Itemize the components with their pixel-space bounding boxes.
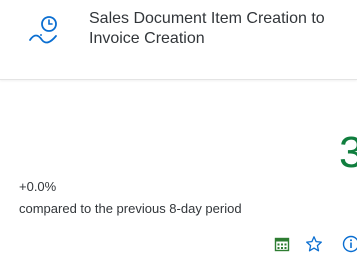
favorite-star-icon[interactable] — [302, 232, 326, 256]
kpi-tile[interactable]: Sales Document Item Creation to Invoice … — [0, 0, 357, 262]
process-flow-time-icon — [28, 12, 62, 46]
kpi-value: 3 — [339, 128, 357, 177]
calendar-icon[interactable] — [270, 232, 294, 256]
delta-value: +0.0% — [19, 179, 57, 194]
tile-title: Sales Document Item Creation to Invoice … — [89, 10, 325, 47]
tile-header: Sales Document Item Creation to Invoice … — [0, 0, 357, 80]
comparison-text: compared to the previous 8-day period — [19, 201, 242, 216]
info-icon[interactable] — [339, 232, 357, 256]
tile-footer — [0, 228, 357, 262]
